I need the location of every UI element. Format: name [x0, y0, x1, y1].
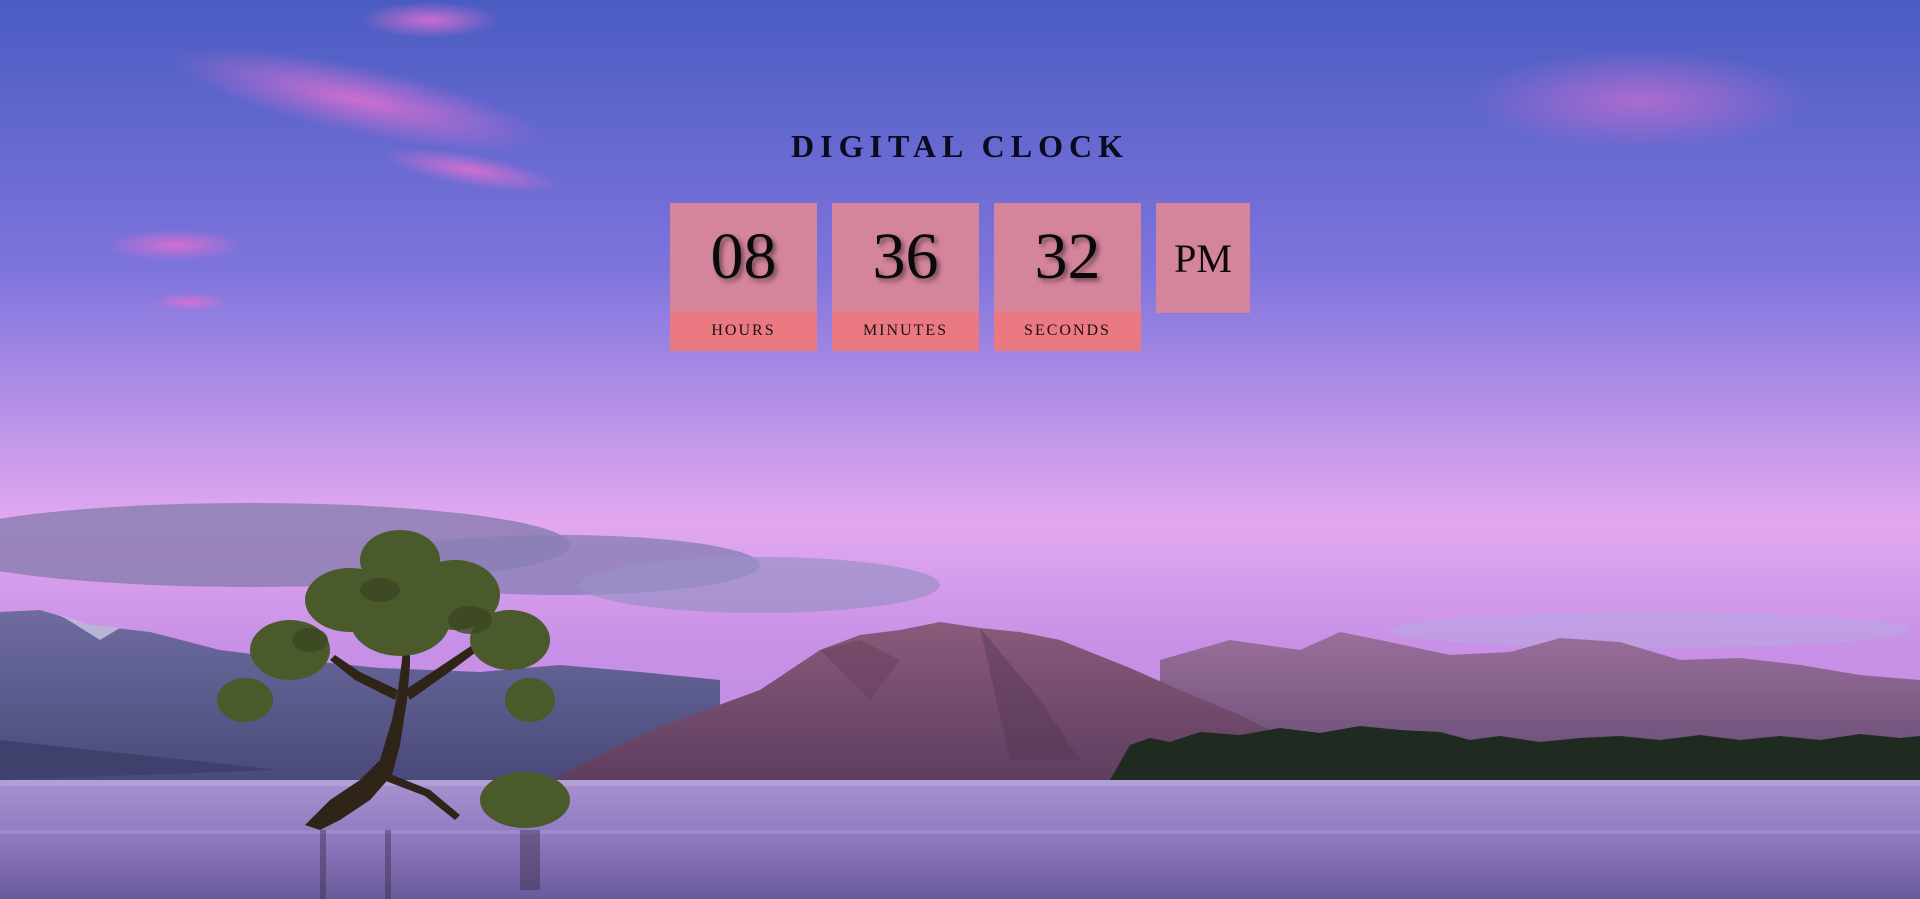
minutes-label: MINUTES	[832, 311, 979, 351]
hours-tile: 08 HOURS	[670, 203, 817, 351]
hours-label: HOURS	[670, 311, 817, 351]
seconds-label: SECONDS	[994, 311, 1141, 351]
hours-value: 08	[670, 203, 817, 311]
seconds-tile: 32 SECONDS	[994, 203, 1141, 351]
ampm-indicator: PM	[1156, 203, 1250, 313]
minutes-tile: 36 MINUTES	[832, 203, 979, 351]
minutes-value: 36	[832, 203, 979, 311]
page-title: DIGITAL CLOCK	[791, 128, 1129, 164]
seconds-value: 32	[994, 203, 1141, 311]
clock-tiles: 08 HOURS 36 MINUTES 32 SECONDS PM	[670, 203, 1250, 351]
